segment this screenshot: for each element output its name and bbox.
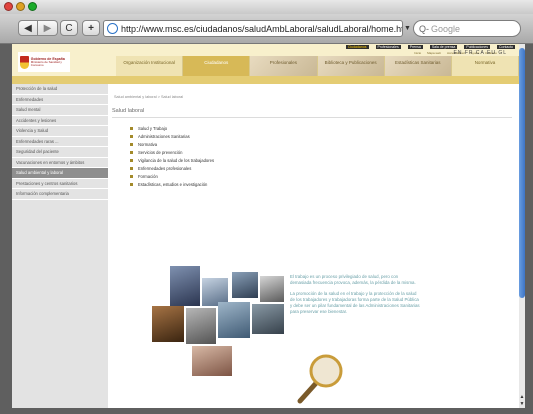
sidebar-item-active[interactable]: Salud ambiental y laboral: [12, 168, 108, 179]
sidebar-item[interactable]: Prestaciones y centros sanitarios: [12, 179, 108, 189]
list-item[interactable]: Administraciones Sanitarias: [130, 132, 214, 140]
tab-organizacion[interactable]: Organización Institucional: [116, 56, 184, 76]
intro-paragraph-2: La promoción de la salud en el trabajo y…: [290, 291, 420, 314]
header-band: [12, 76, 519, 84]
list-item[interactable]: Estadísticas, estudios e investigación: [130, 180, 214, 188]
bullet-icon: [130, 142, 133, 146]
top-link[interactable]: Prensa: [407, 45, 423, 49]
topic-links: Salud y Trabajo Administraciones Sanitar…: [130, 124, 214, 188]
tab-ciudadanos[interactable]: Ciudadanos: [183, 56, 251, 76]
back-button[interactable]: ◀: [18, 20, 38, 36]
top-link[interactable]: Profesionales: [375, 45, 401, 49]
tab-profesionales[interactable]: Profesionales: [250, 56, 318, 76]
list-item[interactable]: Servicios de prevención: [130, 148, 214, 156]
logo-line2: Ministerio de Sanidad y Consumo: [30, 59, 62, 67]
tab-estadisticas[interactable]: Estadísticas Sanitarias: [384, 56, 452, 76]
photo-computer: [232, 272, 258, 298]
top-link[interactable]: Contacto: [496, 45, 515, 49]
vertical-scrollbar[interactable]: ▲ ▼: [519, 44, 525, 408]
photo-workers: [170, 266, 200, 306]
sidebar-item[interactable]: Protección de la salud: [12, 84, 108, 95]
intro-paragraph-1: El trabajo es un proceso privilegiado de…: [290, 274, 416, 285]
forward-button[interactable]: ▶: [38, 20, 58, 36]
utility-link[interactable]: Mapa web: [427, 51, 441, 55]
bullet-icon: [130, 182, 133, 186]
list-item[interactable]: Salud y Trabajo: [130, 124, 214, 132]
address-bar[interactable]: http://www.msc.es/ciudadanos/saludAmbLab…: [103, 20, 403, 37]
browser-toolbar: ◀ ▶ C + http://www.msc.es/ciudadanos/sal…: [0, 14, 533, 44]
sidebar-item[interactable]: Accidentes y lesiones: [12, 116, 108, 126]
photo-factory: [152, 306, 184, 342]
link-label[interactable]: Estadísticas, estudios e investigación: [138, 182, 207, 187]
ministry-logo[interactable]: Gobierno de España Ministerio de Sanidad…: [18, 52, 70, 72]
list-item[interactable]: Normativa: [130, 140, 214, 148]
utility-link[interactable]: Inicio: [414, 51, 421, 55]
photo-hands: [192, 346, 232, 376]
zoom-button[interactable]: [28, 2, 37, 11]
search-placeholder: Google: [431, 23, 461, 34]
page-viewport: Gobierno de España Ministerio de Sanidad…: [12, 44, 519, 408]
coat-of-arms-icon: [20, 55, 29, 69]
search-icon: Q-: [419, 23, 429, 34]
sidebar-item[interactable]: Información complementaria: [12, 189, 108, 200]
sidebar-item[interactable]: Violencia y Salud: [12, 126, 108, 137]
bullet-icon: [130, 134, 133, 138]
breadcrumb[interactable]: Salud ambiental y laboral > Salud labora…: [114, 95, 183, 99]
sidebar-item[interactable]: Enfermedades raras ...: [12, 137, 108, 147]
top-link[interactable]: Ciudadanos: [345, 45, 369, 49]
link-label[interactable]: Salud y Trabajo: [138, 126, 167, 131]
bullet-icon: [130, 174, 133, 178]
photo-doctor: [186, 308, 216, 344]
globe-icon: [107, 23, 118, 34]
link-label[interactable]: Formación: [138, 174, 158, 179]
top-link[interactable]: Publicaciones: [464, 45, 490, 49]
sidebar: Protección de la salud Enfermedades Salu…: [12, 84, 108, 408]
minimize-button[interactable]: [16, 2, 25, 11]
bullet-icon: [130, 126, 133, 130]
photo-worker-hat: [260, 276, 284, 302]
window-controls: [4, 2, 37, 11]
link-label[interactable]: Vigilancia de la salud de los trabajador…: [138, 158, 214, 163]
sidebar-item[interactable]: Vacunaciones en entornos y ámbitos: [12, 158, 108, 168]
list-item[interactable]: Formación: [130, 172, 214, 180]
scrollbar-thumb[interactable]: [519, 48, 525, 298]
browser-window: ◀ ▶ C + http://www.msc.es/ciudadanos/sal…: [0, 0, 533, 414]
scroll-arrows-icon[interactable]: ▲ ▼: [519, 394, 525, 408]
link-label[interactable]: Administraciones Sanitarias: [138, 134, 190, 139]
photo-mechanic: [252, 304, 284, 334]
site-header: Gobierno de España Ministerio de Sanidad…: [12, 44, 519, 76]
list-item[interactable]: Vigilancia de la salud de los trabajador…: [130, 156, 214, 164]
page-title: Salud laboral: [112, 108, 512, 118]
list-item[interactable]: Enfermedades profesionales: [130, 164, 214, 172]
sidebar-item[interactable]: Seguridad del paciente: [12, 147, 108, 158]
add-bookmark-button[interactable]: +: [82, 20, 100, 36]
magnifying-glass-icon: [297, 354, 343, 404]
bullet-icon: [130, 158, 133, 162]
main-tabs: Organización Institucional Ciudadanos Pr…: [116, 56, 519, 76]
sidebar-item[interactable]: Enfermedades: [12, 95, 108, 105]
photo-lab: [218, 302, 250, 338]
address-dropdown-icon[interactable]: ▼: [404, 20, 412, 37]
nav-buttons: ◀ ▶: [18, 20, 58, 36]
tab-biblioteca[interactable]: Biblioteca y Publicaciones: [317, 56, 385, 76]
tab-normativa[interactable]: Normativa: [451, 56, 519, 76]
sidebar-item[interactable]: Salud mental: [12, 105, 108, 116]
bullet-icon: [130, 150, 133, 154]
window-titlebar: [0, 0, 533, 14]
workplace-photo-collage: [148, 262, 293, 377]
link-label[interactable]: Enfermedades profesionales: [138, 166, 191, 171]
top-links: Ciudadanos Profesionales Prensa Sala de …: [345, 45, 515, 49]
search-field[interactable]: Q- Google: [413, 20, 521, 37]
top-link[interactable]: Sala de prensa: [429, 45, 458, 49]
url-text: http://www.msc.es/ciudadanos/saludAmbLab…: [121, 23, 402, 34]
link-label[interactable]: Servicios de prevención: [138, 150, 182, 155]
main-content: Salud ambiental y laboral > Salud labora…: [108, 84, 519, 408]
close-button[interactable]: [4, 2, 13, 11]
bullet-icon: [130, 166, 133, 170]
intro-text: El trabajo es un proceso privilegiado de…: [290, 274, 420, 320]
link-label[interactable]: Normativa: [138, 142, 157, 147]
reload-button[interactable]: C: [60, 20, 78, 36]
